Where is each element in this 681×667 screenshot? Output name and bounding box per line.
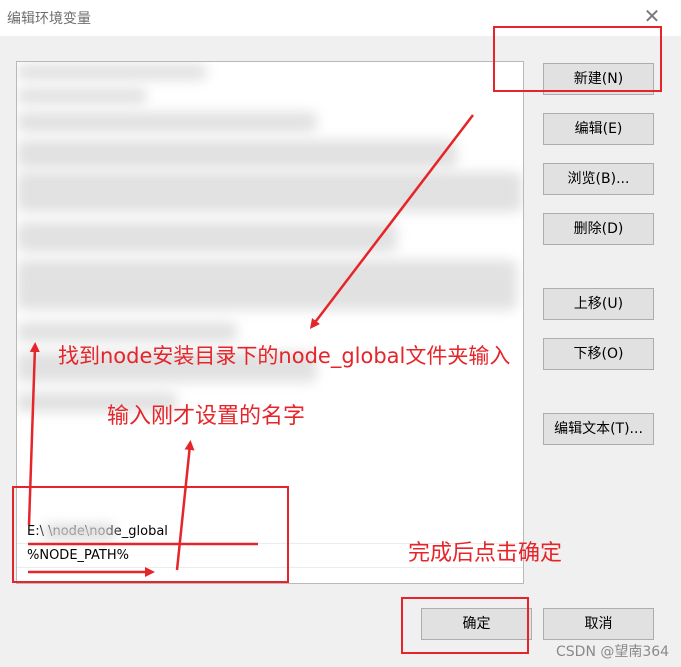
arrow-up-left xyxy=(27,342,40,526)
annotation-find-folder: 找到node安装目录下的node_global文件夹输入 xyxy=(58,344,511,368)
annotation-enter-name: 输入刚才设置的名字 xyxy=(107,404,306,429)
watermark: CSDN @望南364 xyxy=(556,644,670,660)
arrow-up-middle xyxy=(175,440,195,571)
annotation-click-ok: 完成后点击确定 xyxy=(408,541,563,566)
annotation-arrows xyxy=(27,114,474,577)
arrow-to-list xyxy=(309,114,474,329)
